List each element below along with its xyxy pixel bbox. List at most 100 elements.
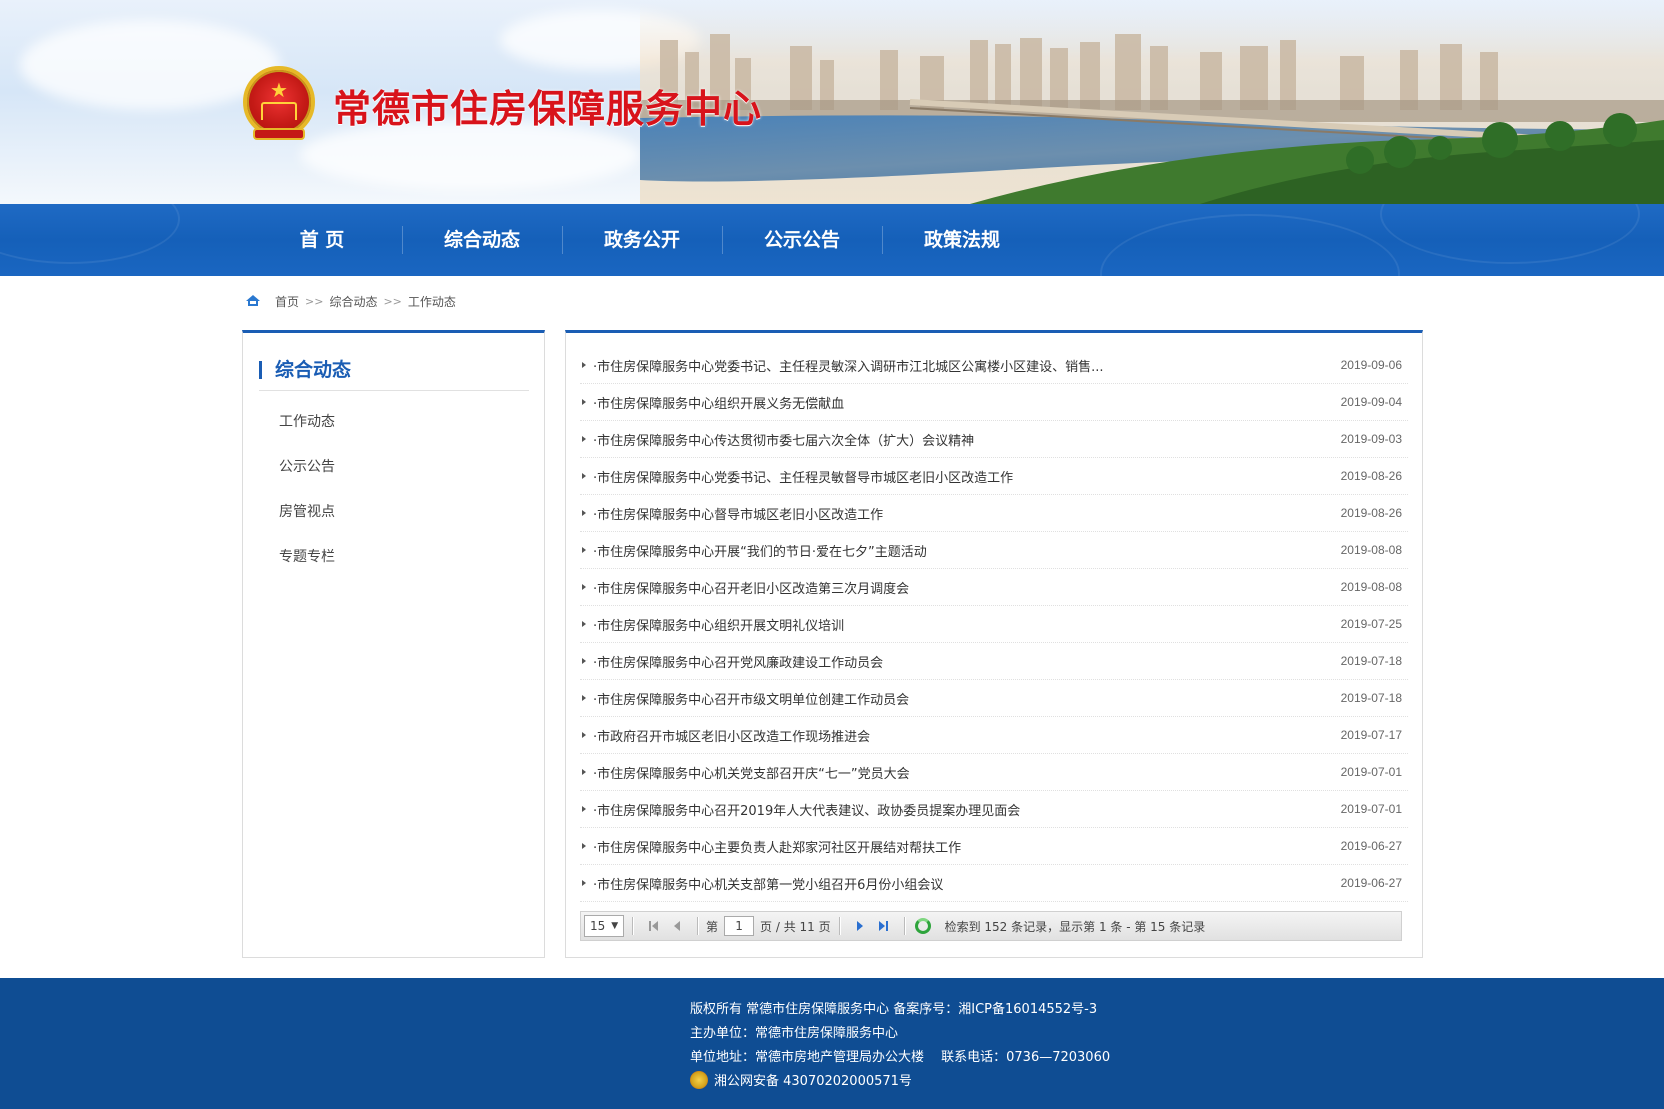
- news-title-link[interactable]: ·市住房保障服务中心督导市城区老旧小区改造工作: [593, 504, 883, 523]
- bullet-arrow-icon: [582, 584, 586, 590]
- news-item[interactable]: ·市住房保障服务中心组织开展义务无偿献血 2019-09-04: [580, 384, 1408, 421]
- home-icon[interactable]: [245, 294, 261, 308]
- site-footer: 版权所有 常德市住房保障服务中心 备案序号：湘ICP备16014552号-3 主…: [0, 978, 1664, 1109]
- page-number-input[interactable]: 1: [724, 916, 755, 936]
- nav-item-policies[interactable]: 政策法规: [882, 204, 1042, 276]
- nav-item-news[interactable]: 综合动态: [402, 204, 562, 276]
- news-date: 2019-06-27: [1340, 876, 1402, 890]
- footer-police-record[interactable]: 湘公网安备 43070202000571号: [714, 1074, 912, 1089]
- page-total-label: 页 / 共 11 页: [760, 919, 831, 934]
- sidebar-title: 综合动态: [275, 359, 352, 381]
- footer-organizer: 主办单位：常德市住房保障服务中心: [690, 1026, 899, 1041]
- wave-decoration: [0, 204, 180, 264]
- news-panel: ·市住房保障服务中心党委书记、主任程灵敏深入调研市江北城区公寓楼小区建设、销售.…: [565, 330, 1423, 958]
- next-page-button[interactable]: [852, 918, 868, 934]
- news-date: 2019-07-17: [1340, 728, 1402, 742]
- news-title-link[interactable]: ·市住房保障服务中心传达贯彻市委七届六次全体（扩大）会议精神: [593, 430, 974, 449]
- news-date: 2019-07-18: [1340, 691, 1402, 705]
- sidebar-header: 综合动态: [259, 355, 529, 391]
- breadcrumb: 首页 >> 综合动态 >> 工作动态: [245, 292, 456, 310]
- sidebar-item-viewpoints[interactable]: 房管视点: [279, 499, 335, 544]
- bullet-arrow-icon: [582, 436, 586, 442]
- wave-decoration: [1100, 214, 1400, 276]
- news-date: 2019-07-25: [1340, 617, 1402, 631]
- site-header: ★ 常德市住房保障服务中心: [0, 0, 1664, 204]
- sidebar-item-notices[interactable]: 公示公告: [279, 454, 335, 499]
- news-date: 2019-09-06: [1340, 358, 1402, 372]
- breadcrumb-section-link[interactable]: 综合动态: [329, 293, 377, 310]
- news-item[interactable]: ·市住房保障服务中心机关支部第一党小组召开6月份小组会议 2019-06-27: [580, 865, 1408, 902]
- page-prefix-label: 第: [706, 919, 719, 934]
- news-item[interactable]: ·市政府召开市城区老旧小区改造工作现场推进会 2019-07-17: [580, 717, 1408, 754]
- star-icon: ★: [270, 78, 288, 102]
- news-title-link[interactable]: ·市住房保障服务中心党委书记、主任程灵敏督导市城区老旧小区改造工作: [593, 467, 1013, 486]
- nav-item-gov-affairs[interactable]: 政务公开: [562, 204, 722, 276]
- news-date: 2019-06-27: [1340, 839, 1402, 853]
- news-item[interactable]: ·市住房保障服务中心开展“我们的节日·爱在七夕”主题活动 2019-08-08: [580, 532, 1408, 569]
- news-title-link[interactable]: ·市住房保障服务中心机关支部第一党小组召开6月份小组会议: [593, 874, 943, 893]
- last-page-button[interactable]: [876, 918, 892, 934]
- news-item[interactable]: ·市住房保障服务中心党委书记、主任程灵敏深入调研市江北城区公寓楼小区建设、销售.…: [580, 347, 1408, 384]
- pagination-bar: 15 ▼ 第 1 页 / 共 11 页 检索到 152 条记录，显示第 1 条 …: [580, 911, 1402, 941]
- news-title-link[interactable]: ·市住房保障服务中心召开老旧小区改造第三次月调度会: [593, 578, 909, 597]
- bullet-arrow-icon: [582, 473, 586, 479]
- sidebar-item-work-news[interactable]: 工作动态: [279, 409, 335, 454]
- bullet-arrow-icon: [582, 658, 586, 664]
- news-item[interactable]: ·市住房保障服务中心党委书记、主任程灵敏督导市城区老旧小区改造工作 2019-08…: [580, 458, 1408, 495]
- news-date: 2019-08-08: [1340, 580, 1402, 594]
- news-title-link[interactable]: ·市政府召开市城区老旧小区改造工作现场推进会: [593, 726, 870, 745]
- news-title-link[interactable]: ·市住房保障服务中心开展“我们的节日·爱在七夕”主题活动: [593, 541, 927, 560]
- news-item[interactable]: ·市住房保障服务中心召开党风廉政建设工作动员会 2019-07-18: [580, 643, 1408, 680]
- nav-item-notices[interactable]: 公示公告: [722, 204, 882, 276]
- breadcrumb-separator: >>: [305, 294, 324, 308]
- footer-police-record-row: 湘公网安备 43070202000571号: [690, 1070, 1110, 1094]
- news-date: 2019-07-18: [1340, 654, 1402, 668]
- bullet-arrow-icon: [582, 510, 586, 516]
- footer-address: 单位地址：常德市房地产管理局办公大楼 联系电话：0736—7203060: [690, 1050, 1111, 1065]
- news-title-link[interactable]: ·市住房保障服务中心组织开展文明礼仪培训: [593, 615, 844, 634]
- city-river-banner-image: [640, 0, 1664, 204]
- breadcrumb-current[interactable]: 工作动态: [408, 293, 456, 310]
- divider: [838, 917, 840, 935]
- divider: [697, 917, 698, 935]
- sidebar-item-special-topics[interactable]: 专题专栏: [279, 544, 335, 589]
- news-item[interactable]: ·市住房保障服务中心传达贯彻市委七届六次全体（扩大）会议精神 2019-09-03: [580, 421, 1408, 458]
- news-title-link[interactable]: ·市住房保障服务中心召开党风廉政建设工作动员会: [593, 652, 883, 671]
- refresh-icon[interactable]: [914, 918, 931, 934]
- police-badge-icon: [690, 1071, 708, 1089]
- bullet-arrow-icon: [582, 621, 586, 627]
- news-date: 2019-08-26: [1340, 469, 1402, 483]
- news-title-link[interactable]: ·市住房保障服务中心机关党支部召开庆“七一”党员大会: [593, 763, 910, 782]
- news-item[interactable]: ·市住房保障服务中心机关党支部召开庆“七一”党员大会 2019-07-01: [580, 754, 1408, 791]
- news-title-link[interactable]: ·市住房保障服务中心主要负责人赴郑家河社区开展结对帮扶工作: [593, 837, 961, 856]
- news-item[interactable]: ·市住房保障服务中心督导市城区老旧小区改造工作 2019-08-26: [580, 495, 1408, 532]
- news-title-link[interactable]: ·市住房保障服务中心组织开展义务无偿献血: [593, 393, 844, 412]
- prev-page-button[interactable]: [669, 918, 685, 934]
- news-title-link[interactable]: ·市住房保障服务中心召开2019年人大代表建议、政协委员提案办理见面会: [593, 800, 1020, 819]
- site-title: 常德市住房保障服务中心: [333, 87, 763, 131]
- first-page-button[interactable]: [645, 918, 661, 934]
- news-item[interactable]: ·市住房保障服务中心召开2019年人大代表建议、政协委员提案办理见面会 2019-…: [580, 791, 1408, 828]
- bullet-arrow-icon: [582, 769, 586, 775]
- national-emblem-logo: ★: [243, 66, 315, 140]
- bullet-arrow-icon: [582, 806, 586, 812]
- news-date: 2019-07-01: [1340, 765, 1402, 779]
- news-item[interactable]: ·市住房保障服务中心组织开展文明礼仪培训 2019-07-25: [580, 606, 1408, 643]
- chevron-down-icon: ▼: [611, 921, 619, 931]
- news-title-link[interactable]: ·市住房保障服务中心召开市级文明单位创建工作动员会: [593, 689, 909, 708]
- wave-decoration: [1380, 204, 1640, 264]
- news-item[interactable]: ·市住房保障服务中心召开市级文明单位创建工作动员会 2019-07-18: [580, 680, 1408, 717]
- bullet-arrow-icon: [582, 547, 586, 553]
- ribbon-icon: [253, 128, 305, 140]
- news-list: ·市住房保障服务中心党委书记、主任程灵敏深入调研市江北城区公寓楼小区建设、销售.…: [580, 347, 1408, 902]
- record-count-info: 检索到 152 条记录，显示第 1 条 - 第 15 条记录: [944, 919, 1206, 934]
- news-item[interactable]: ·市住房保障服务中心召开老旧小区改造第三次月调度会 2019-08-08: [580, 569, 1408, 606]
- news-item[interactable]: ·市住房保障服务中心主要负责人赴郑家河社区开展结对帮扶工作 2019-06-27: [580, 828, 1408, 865]
- news-date: 2019-07-01: [1340, 802, 1402, 816]
- page-size-select[interactable]: 15 ▼: [584, 915, 624, 937]
- news-title-link[interactable]: ·市住房保障服务中心党委书记、主任程灵敏深入调研市江北城区公寓楼小区建设、销售.…: [593, 356, 1104, 375]
- nav-item-home[interactable]: 首 页: [242, 204, 402, 276]
- bullet-arrow-icon: [582, 362, 586, 368]
- cloud: [20, 20, 280, 110]
- breadcrumb-home-link[interactable]: 首页: [275, 293, 299, 310]
